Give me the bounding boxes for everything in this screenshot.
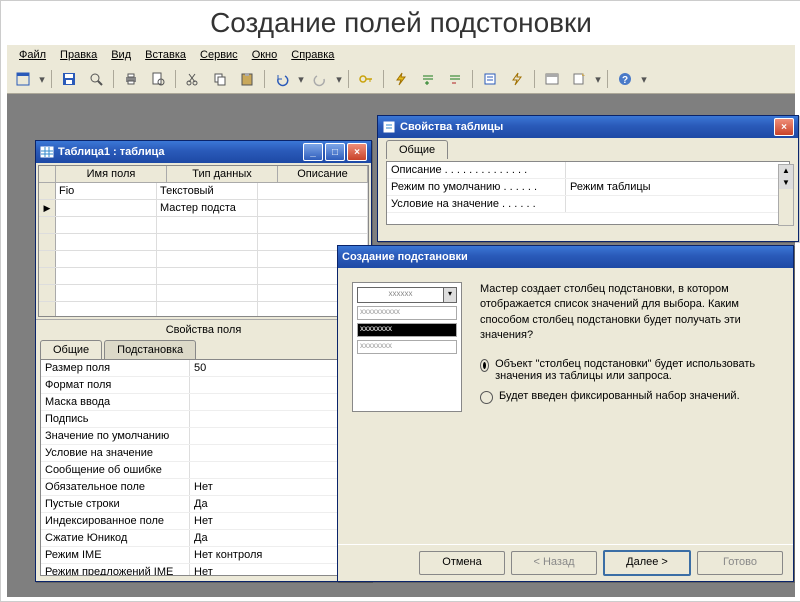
slide-title: Создание полей подстоновки <box>1 1 800 41</box>
radio-icon[interactable] <box>480 391 493 404</box>
titlebar[interactable]: Создание подстановки <box>338 246 793 268</box>
view-dropdown[interactable]: ▾ <box>38 73 46 86</box>
field-properties-header: Свойства поля <box>36 319 371 340</box>
save-icon[interactable] <box>57 67 81 91</box>
scroll-up-icon[interactable]: ▲ <box>779 165 793 177</box>
menu-bar: Файл Правка Вид Вставка Сервис Окно Спра… <box>7 45 795 66</box>
delete-rows-icon[interactable] <box>443 67 467 91</box>
window-title: Таблица1 : таблица <box>58 146 303 158</box>
window-title: Создание подстановки <box>342 251 789 263</box>
table-row[interactable]: FioТекстовый <box>39 183 368 200</box>
radio-icon[interactable] <box>480 359 489 372</box>
tab-lookup[interactable]: Подстановка <box>104 340 196 359</box>
property-row[interactable]: Пустые строкиДа <box>41 496 366 513</box>
table-row[interactable] <box>39 268 368 285</box>
properties-icon[interactable] <box>478 67 502 91</box>
view-button[interactable] <box>11 67 35 91</box>
tab-general[interactable]: Общие <box>40 340 102 359</box>
print-icon[interactable] <box>119 67 143 91</box>
toolbar: ▾ ▾ ▾ ▾ ? ▾ <box>7 65 795 94</box>
property-row[interactable]: Подпись <box>41 411 366 428</box>
property-row[interactable]: Маска ввода <box>41 394 366 411</box>
scrollbar[interactable]: ▲ ▼ <box>778 164 794 226</box>
paste-icon[interactable] <box>235 67 259 91</box>
table-properties-window: Свойства таблицы × Общие Описание . . . … <box>377 115 799 242</box>
menu-insert[interactable]: Вставка <box>139 47 192 63</box>
maximize-button[interactable]: □ <box>325 143 345 161</box>
next-button[interactable]: Далее > <box>603 550 691 576</box>
app-area: Файл Правка Вид Вставка Сервис Окно Спра… <box>7 45 795 597</box>
property-row[interactable]: Условие на значение . . . . . . <box>387 196 789 213</box>
col-fieldname[interactable]: Имя поля <box>56 166 167 182</box>
property-row[interactable]: Размер поля50 <box>41 360 366 377</box>
redo-icon[interactable] <box>308 67 332 91</box>
table-row[interactable]: Мастер подста <box>39 200 368 217</box>
table-row[interactable] <box>39 217 368 234</box>
menu-file[interactable]: Файл <box>13 47 52 63</box>
property-row[interactable]: Режим IMEНет контроля <box>41 547 366 564</box>
wizard-question: Мастер создает столбец подстановки, в ко… <box>480 282 779 344</box>
lookup-wizard-dialog: Создание подстановки xxxxxx▾ xxxxxxxxxx … <box>337 245 794 582</box>
menu-view[interactable]: Вид <box>105 47 137 63</box>
property-row[interactable]: Сообщение об ошибке <box>41 462 366 479</box>
minimize-button[interactable]: _ <box>303 143 323 161</box>
cut-icon[interactable] <box>181 67 205 91</box>
scroll-down-icon[interactable]: ▼ <box>779 177 793 189</box>
chevron-down-icon: ▾ <box>443 288 456 302</box>
property-row[interactable]: Описание . . . . . . . . . . . . . . <box>387 162 789 179</box>
insert-rows-icon[interactable] <box>416 67 440 91</box>
lightning-icon[interactable] <box>389 67 413 91</box>
table-row[interactable] <box>39 285 368 302</box>
col-description[interactable]: Описание <box>278 166 368 182</box>
search-icon[interactable] <box>84 67 108 91</box>
table-properties-grid[interactable]: Описание . . . . . . . . . . . . . .Режи… <box>386 161 790 225</box>
property-row[interactable]: Индексированное полеНет <box>41 513 366 530</box>
table-row[interactable] <box>39 251 368 268</box>
new-object-dropdown[interactable]: ▾ <box>594 73 602 86</box>
table-icon <box>40 145 54 159</box>
property-row[interactable]: Режим предложений IMEНет <box>41 564 366 576</box>
help-dropdown[interactable]: ▾ <box>640 73 648 86</box>
field-properties-grid[interactable]: Размер поля50Формат поляМаска вводаПодпи… <box>40 359 367 576</box>
menu-edit[interactable]: Правка <box>54 47 103 63</box>
table-design-window: Таблица1 : таблица _ □ × Имя поля Тип да… <box>35 140 372 582</box>
property-row[interactable]: Условие на значение <box>41 445 366 462</box>
redo-dropdown[interactable]: ▾ <box>335 73 343 86</box>
menu-window[interactable]: Окно <box>246 47 284 63</box>
menu-help[interactable]: Справка <box>285 47 340 63</box>
col-datatype[interactable]: Тип данных <box>167 166 278 182</box>
property-row[interactable]: Значение по умолчанию <box>41 428 366 445</box>
cancel-button[interactable]: Отмена <box>419 551 505 575</box>
titlebar[interactable]: Свойства таблицы × <box>378 116 798 138</box>
titlebar[interactable]: Таблица1 : таблица _ □ × <box>36 141 371 163</box>
close-button[interactable]: × <box>347 143 367 161</box>
property-row[interactable]: Формат поля <box>41 377 366 394</box>
key-icon[interactable] <box>354 67 378 91</box>
copy-icon[interactable] <box>208 67 232 91</box>
undo-icon[interactable] <box>270 67 294 91</box>
option-from-table[interactable]: Объект "столбец подстановки" будет испол… <box>480 358 779 382</box>
properties-icon <box>382 120 396 134</box>
help-icon[interactable]: ? <box>613 67 637 91</box>
window-title: Свойства таблицы <box>400 121 774 133</box>
print-preview-icon[interactable] <box>146 67 170 91</box>
new-object-icon[interactable] <box>567 67 591 91</box>
property-row[interactable]: Обязательное полеНет <box>41 479 366 496</box>
tab-general[interactable]: Общие <box>386 140 448 159</box>
finish-button[interactable]: Готово <box>697 551 783 575</box>
table-row[interactable] <box>39 234 368 251</box>
db-window-icon[interactable] <box>540 67 564 91</box>
svg-text:?: ? <box>622 75 628 86</box>
indexes-icon[interactable] <box>505 67 529 91</box>
menu-tools[interactable]: Сервис <box>194 47 244 63</box>
property-row[interactable]: Режим по умолчанию . . . . . .Режим табл… <box>387 179 789 196</box>
property-row[interactable]: Сжатие ЮникодДа <box>41 530 366 547</box>
back-button[interactable]: < Назад <box>511 551 597 575</box>
option-fixed-values[interactable]: Будет введен фиксированный набор значени… <box>480 390 779 404</box>
wizard-illustration: xxxxxx▾ xxxxxxxxxx xxxxxxxx xxxxxxxx <box>352 282 462 412</box>
undo-dropdown[interactable]: ▾ <box>297 73 305 86</box>
table-row[interactable] <box>39 302 368 317</box>
design-grid[interactable]: Имя поля Тип данных Описание FioТекстовы… <box>38 165 369 317</box>
close-button[interactable]: × <box>774 118 794 136</box>
